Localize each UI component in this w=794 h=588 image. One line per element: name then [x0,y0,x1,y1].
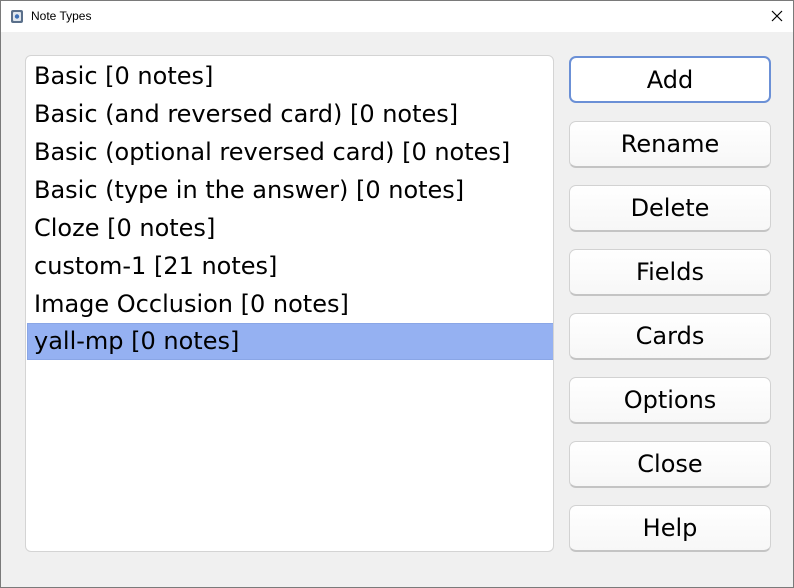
help-button[interactable]: Help [569,505,771,552]
title-bar: Note Types [1,1,793,32]
list-item[interactable]: Basic (type in the answer) [0 notes] [27,172,553,209]
list-item-selected[interactable]: yall-mp [0 notes] [27,323,553,360]
close-button[interactable]: Close [569,441,771,488]
list-item[interactable]: custom-1 [21 notes] [27,248,553,285]
options-button[interactable]: Options [569,377,771,424]
close-window-button[interactable] [761,1,793,32]
list-item[interactable]: Cloze [0 notes] [27,210,553,247]
rename-button[interactable]: Rename [569,121,771,168]
list-item[interactable]: Basic [0 notes] [27,58,553,95]
add-button[interactable]: Add [569,56,771,103]
delete-button[interactable]: Delete [569,185,771,232]
cards-button[interactable]: Cards [569,313,771,360]
fields-button[interactable]: Fields [569,249,771,296]
anki-app-icon [10,9,24,24]
note-types-window: Note Types Basic [0 notes] Basic (and re… [0,0,794,588]
note-type-list[interactable]: Basic [0 notes] Basic (and reversed card… [25,55,554,552]
list-item[interactable]: Basic (and reversed card) [0 notes] [27,96,553,133]
list-item[interactable]: Basic (optional reversed card) [0 notes] [27,134,553,171]
list-item[interactable]: Image Occlusion [0 notes] [27,286,553,323]
close-icon [771,7,783,26]
window-title: Note Types [31,9,92,23]
